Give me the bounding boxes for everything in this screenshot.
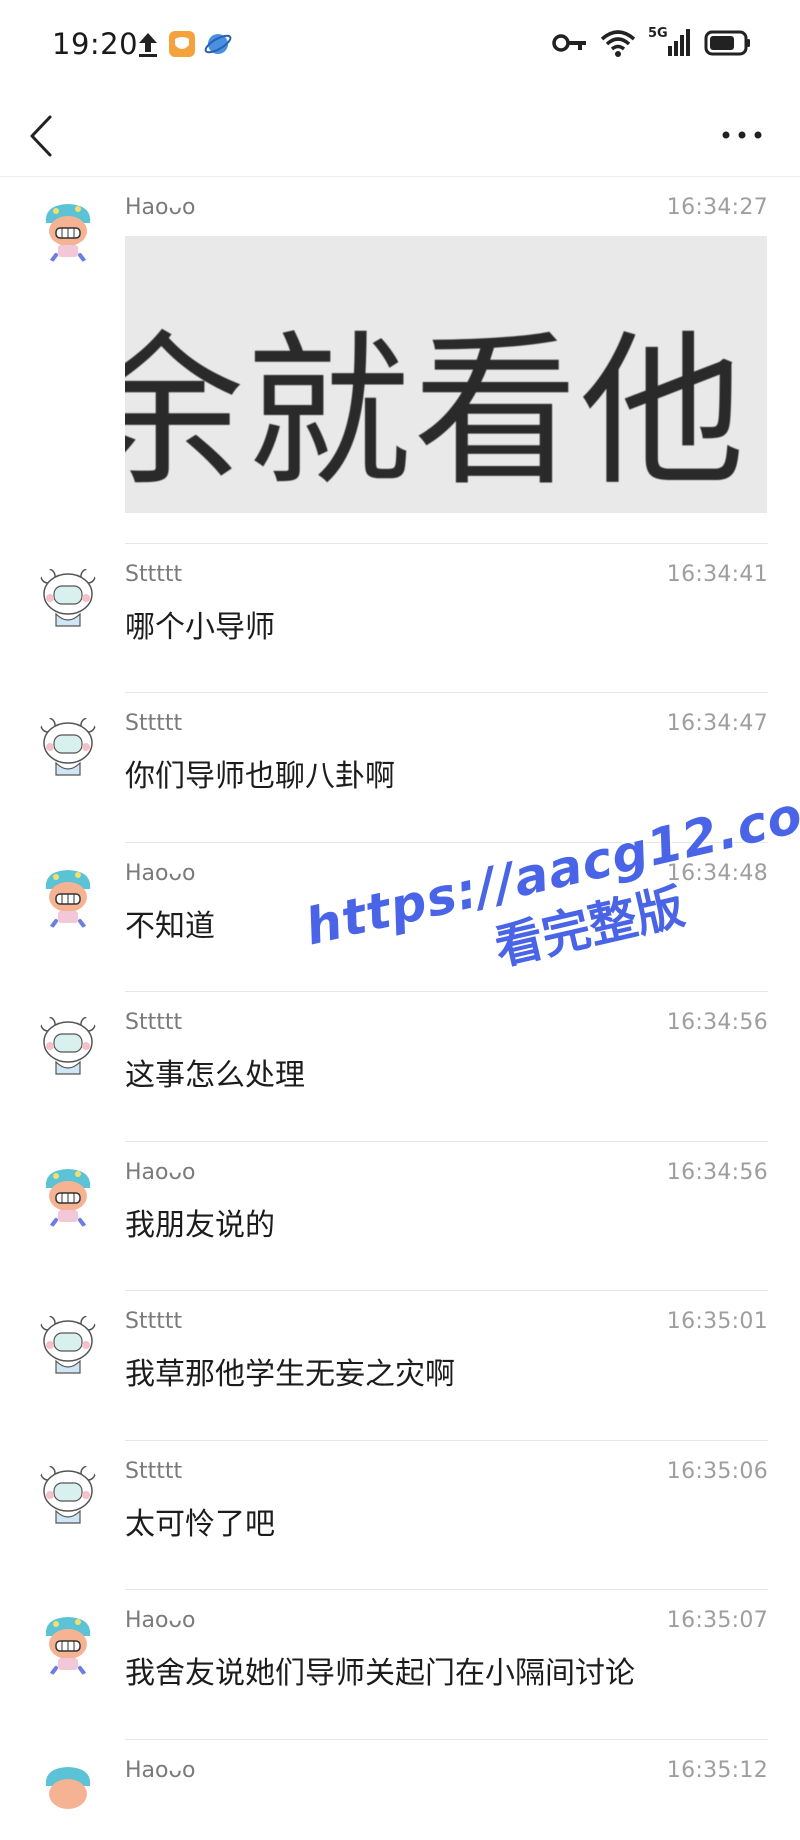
shield-app-icon — [169, 31, 195, 57]
avatar[interactable] — [34, 713, 102, 781]
more-options-button[interactable] — [716, 117, 768, 153]
avatar[interactable] — [34, 863, 102, 931]
avatar[interactable] — [34, 1012, 102, 1080]
message-time: 16:34:48 — [666, 861, 768, 886]
sender-name: Sttttt — [125, 1010, 183, 1035]
message-text[interactable]: 我草那他学生无妄之灾啊 — [125, 1349, 455, 1393]
message-time: 16:35:01 — [666, 1309, 768, 1334]
sender-name: Haoᴗo — [125, 861, 196, 886]
message-time: 16:35:07 — [666, 1608, 768, 1633]
message-item: Haoᴗo 16:34:56 我朋友说的 — [0, 1142, 800, 1291]
back-button[interactable] — [22, 111, 62, 161]
avatar[interactable] — [34, 1760, 102, 1828]
message-item: Sttttt 16:34:47 你们导师也聊八卦啊 — [0, 693, 800, 843]
message-text[interactable]: 这事怎么处理 — [125, 1050, 305, 1094]
wifi-icon — [600, 30, 636, 57]
message-item: Sttttt 16:35:01 我草那他学生无妄之灾啊 — [0, 1291, 800, 1441]
avatar[interactable] — [34, 197, 102, 265]
sender-name: Sttttt — [125, 1309, 183, 1334]
message-list: Haoᴗo 16:34:27 余就看他 Sttttt 16:34:41 哪个小导… — [0, 177, 800, 1840]
message-text[interactable]: 我舍友说她们导师关起门在小隔间讨论 — [125, 1648, 635, 1692]
message-time: 16:35:12 — [666, 1758, 768, 1783]
avatar[interactable] — [34, 1461, 102, 1529]
message-item: Sttttt 16:35:06 太可怜了吧 — [0, 1441, 800, 1590]
sender-name: Sttttt — [125, 562, 183, 587]
sender-name: Haoᴗo — [125, 195, 196, 220]
message-text[interactable]: 太可怜了吧 — [125, 1499, 275, 1543]
avatar[interactable] — [34, 1610, 102, 1678]
message-text[interactable]: 我朋友说的 — [125, 1200, 275, 1244]
message-item: Haoᴗo 16:34:48 不知道 — [0, 843, 800, 992]
status-bar: 19:20 5G — [0, 0, 800, 95]
sender-name: Sttttt — [125, 711, 183, 736]
message-item: Haoᴗo 16:35:07 我舍友说她们导师关起门在小隔间讨论 — [0, 1590, 800, 1740]
message-item: Haoᴗo 16:34:27 余就看他 — [0, 177, 800, 544]
avatar[interactable] — [34, 1162, 102, 1230]
message-time: 16:35:06 — [666, 1459, 768, 1484]
message-item: Sttttt 16:34:56 这事怎么处理 — [0, 992, 800, 1142]
signal-icon: 5G — [648, 26, 692, 58]
image-text: 余就看他 — [125, 316, 747, 508]
sender-name: Haoᴗo — [125, 1758, 196, 1783]
image-message[interactable]: 余就看他 — [125, 236, 767, 513]
chat-header — [0, 95, 800, 177]
sender-name: Sttttt — [125, 1459, 183, 1484]
message-time: 16:34:47 — [666, 711, 768, 736]
upload-arrow-icon — [139, 33, 157, 57]
message-time: 16:34:27 — [666, 195, 768, 220]
message-time: 16:34:56 — [666, 1010, 768, 1035]
sender-name: Haoᴗo — [125, 1160, 196, 1185]
message-text[interactable]: 你们导师也聊八卦啊 — [125, 751, 395, 795]
message-item: Sttttt 16:34:41 哪个小导师 — [0, 544, 800, 693]
message-text[interactable]: 哪个小导师 — [125, 602, 275, 646]
key-icon — [552, 34, 586, 52]
avatar[interactable] — [34, 564, 102, 632]
message-item: Haoᴗo 16:35:12 — [0, 1740, 800, 1840]
avatar[interactable] — [34, 1311, 102, 1379]
status-time: 19:20 — [52, 27, 139, 61]
sender-name: Haoᴗo — [125, 1608, 196, 1633]
message-time: 16:34:56 — [666, 1160, 768, 1185]
battery-icon — [704, 30, 750, 56]
message-time: 16:34:41 — [666, 562, 768, 587]
browser-app-icon — [204, 34, 232, 54]
message-text[interactable]: 不知道 — [125, 901, 215, 945]
